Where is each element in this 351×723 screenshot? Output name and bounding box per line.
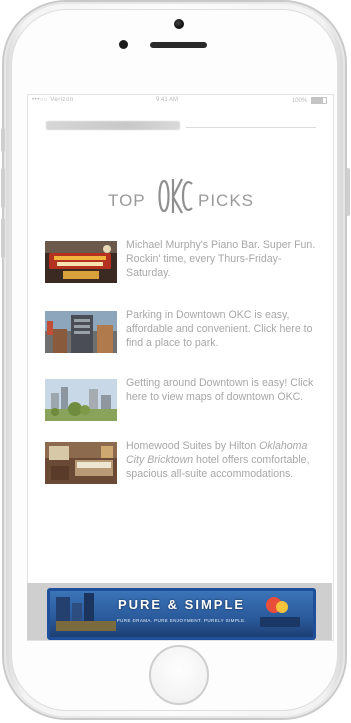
home-button[interactable]: [149, 645, 209, 705]
battery-icon: [311, 97, 327, 104]
title-picks: PICKS: [198, 191, 255, 210]
nav-bar[interactable]: [28, 118, 333, 132]
downtown-thumbnail[interactable]: [45, 379, 117, 421]
ad-tagline: PURE DRAMA. PURE ENJOYMENT. PURELY SIMPL…: [116, 618, 247, 623]
battery-indicator: 100%: [292, 97, 327, 104]
earpiece-speaker: [150, 42, 207, 48]
pick-description[interactable]: Getting around Downtown is easy! Click h…: [126, 376, 322, 404]
okc-logo-icon: [158, 178, 193, 214]
nav-menu-blurred[interactable]: [46, 121, 180, 130]
camera-icon: [174, 19, 184, 29]
piano-bar-thumbnail[interactable]: [45, 241, 117, 283]
title-top: TOP: [108, 191, 146, 210]
front-camera-icon: [119, 40, 128, 49]
pick-description[interactable]: Michael Murphy's Piano Bar. Super Fun. R…: [126, 238, 322, 280]
status-bar: •••○○ Verizon 9:41 AM 100%: [28, 95, 333, 105]
parking-thumbnail[interactable]: [45, 311, 117, 353]
device-mockup: •••○○ Verizon 9:41 AM 100% TOP PICKS Mic…: [0, 0, 351, 723]
ad-banner-bar: PURE & SIMPLE PURE DRAMA. PURE ENJOYMENT…: [27, 583, 332, 640]
pick-description[interactable]: Homewood Suites by Hilton Oklahoma City …: [126, 439, 322, 481]
volume-up-button: [1, 168, 5, 208]
nav-divider: [186, 127, 316, 128]
hotel-thumbnail[interactable]: [45, 442, 117, 484]
volume-down-button: [1, 218, 5, 258]
clock: 9:41 AM: [156, 97, 179, 103]
pure-simple-ad-banner[interactable]: PURE & SIMPLE PURE DRAMA. PURE ENJOYMENT…: [47, 588, 316, 640]
phone-screen: •••○○ Verizon 9:41 AM 100% TOP PICKS Mic…: [27, 94, 334, 641]
carrier-label: •••○○ Verizon: [32, 97, 74, 103]
page-title: TOP PICKS: [28, 175, 333, 215]
pick-description[interactable]: Parking in Downtown OKC is easy, afforda…: [126, 308, 322, 350]
ad-headline: PURE & SIMPLE: [117, 597, 246, 612]
mute-switch: [1, 128, 5, 152]
power-button: [346, 168, 350, 216]
battery-percent: 100%: [291, 98, 308, 105]
